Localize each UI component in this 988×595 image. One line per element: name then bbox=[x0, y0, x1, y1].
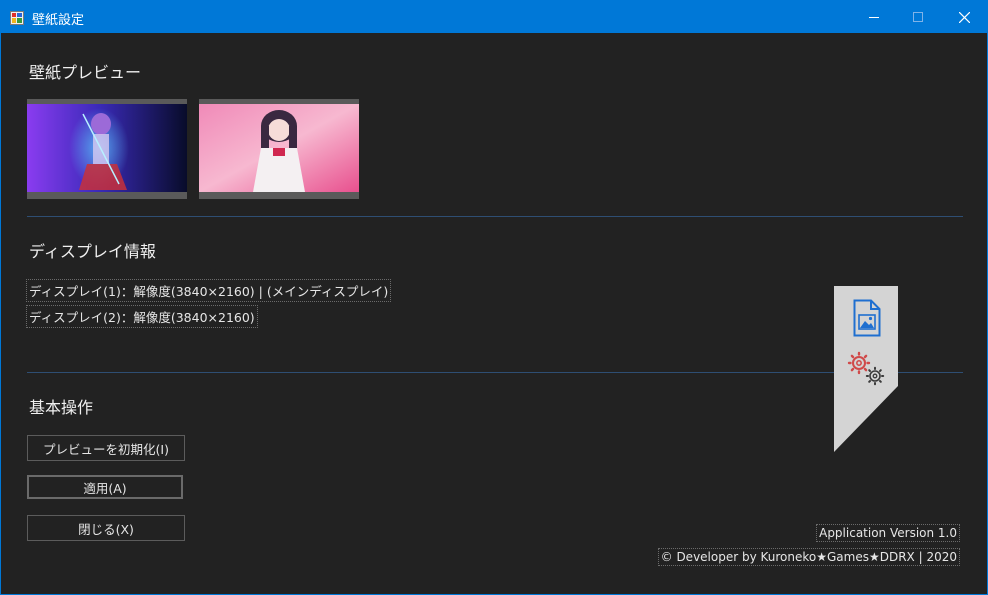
reset-preview-button[interactable]: プレビューを初期化(I) bbox=[27, 435, 185, 461]
minimize-icon bbox=[869, 17, 879, 18]
separator bbox=[27, 372, 963, 373]
separator bbox=[27, 216, 963, 217]
app-version-label: Application Version 1.0 bbox=[816, 524, 960, 542]
close-button[interactable]: 閉じる(X) bbox=[27, 515, 185, 541]
display-2-wallpaper-thumbnail[interactable] bbox=[199, 99, 359, 199]
window-title: 壁紙設定 bbox=[32, 13, 85, 28]
maximize-button[interactable] bbox=[895, 1, 941, 33]
close-window-button[interactable] bbox=[941, 1, 987, 33]
display-2-info: ディスプレイ(2)：解像度(3840×2160) bbox=[26, 305, 258, 328]
copyright-label: © Developer by Kuroneko★Games★DDRX | 202… bbox=[657, 548, 961, 566]
minimize-button[interactable] bbox=[851, 1, 897, 33]
display-info-section-title: ディスプレイ情報 bbox=[29, 242, 156, 261]
side-tool-panel bbox=[834, 286, 898, 452]
settings-gears-icon[interactable] bbox=[847, 351, 887, 391]
image-file-icon[interactable] bbox=[853, 299, 881, 341]
preview-section-title: 壁紙プレビュー bbox=[29, 63, 142, 82]
wallpaper-settings-window: 壁紙設定 壁紙プレビュー ディスプレイ情報 ディスプレイ(1)：解像度(3840… bbox=[0, 0, 988, 595]
display-1-wallpaper-thumbnail[interactable] bbox=[27, 99, 187, 199]
operations-section-title: 基本操作 bbox=[29, 398, 94, 417]
title-bar[interactable]: 壁紙設定 bbox=[1, 1, 987, 33]
apply-button[interactable]: 適用(A) bbox=[27, 475, 183, 499]
wallpaper-app-icon[interactable] bbox=[10, 10, 24, 25]
display-1-info: ディスプレイ(1)：解像度(3840×2160) | (メインディスプレイ) bbox=[25, 279, 392, 302]
close-icon bbox=[958, 11, 970, 23]
maximize-icon bbox=[913, 12, 923, 22]
